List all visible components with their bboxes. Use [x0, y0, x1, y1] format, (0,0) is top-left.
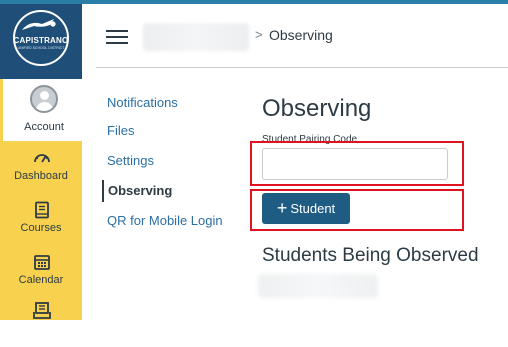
- observed-section-title: Students Being Observed: [262, 245, 479, 266]
- swimmer-icon: [22, 19, 56, 30]
- global-nav-dashboard[interactable]: Dashboard: [0, 143, 82, 195]
- global-nav-inbox[interactable]: [0, 295, 82, 347]
- global-nav-calendar-label: Calendar: [18, 274, 64, 286]
- global-nav-dashboard-label: Dashboard: [14, 170, 68, 182]
- subnav-item-notifications[interactable]: Notifications: [102, 92, 178, 114]
- breadcrumb-user-name-redacted[interactable]: [143, 23, 249, 51]
- global-nav-account[interactable]: Account: [0, 79, 82, 141]
- logo-subtitle: UNIFIED SCHOOL DISTRICT: [17, 46, 65, 50]
- dashboard-icon: [34, 154, 50, 163]
- global-nav-courses-label: Courses: [20, 222, 62, 234]
- global-nav-courses[interactable]: Courses: [0, 195, 82, 247]
- global-nav: CAPISTRANO UNIFIED SCHOOL DISTRICT Accou…: [0, 4, 82, 320]
- menu-toggle-button[interactable]: [106, 30, 128, 44]
- calendar-icon: [34, 255, 50, 270]
- breadcrumb-current: Observing: [269, 27, 333, 43]
- add-student-button[interactable]: + Student: [262, 193, 350, 224]
- district-logo[interactable]: CAPISTRANO UNIFIED SCHOOL DISTRICT: [0, 4, 82, 79]
- pairing-code-label: Student Pairing Code: [262, 134, 358, 145]
- subnav-item-observing[interactable]: Observing: [102, 180, 172, 202]
- global-nav-account-label: Account: [24, 121, 64, 133]
- logo-name: CAPISTRANO: [13, 36, 69, 45]
- page-title: Observing: [262, 95, 372, 122]
- global-nav-calendar[interactable]: Calendar: [0, 247, 82, 299]
- plus-icon: +: [276, 198, 288, 218]
- header-divider: [96, 67, 508, 68]
- inbox-icon: [33, 302, 51, 319]
- subnav-item-settings[interactable]: Settings: [102, 150, 154, 172]
- subnav-item-qr-mobile-login[interactable]: QR for Mobile Login: [102, 210, 223, 232]
- breadcrumb-separator: >: [255, 27, 263, 42]
- subnav-item-files[interactable]: Files: [102, 120, 134, 142]
- avatar-icon: [30, 85, 58, 113]
- add-student-label: Student: [290, 201, 336, 216]
- pairing-code-input[interactable]: [262, 148, 448, 180]
- observed-student-redacted: [258, 274, 378, 298]
- book-icon: [35, 201, 49, 219]
